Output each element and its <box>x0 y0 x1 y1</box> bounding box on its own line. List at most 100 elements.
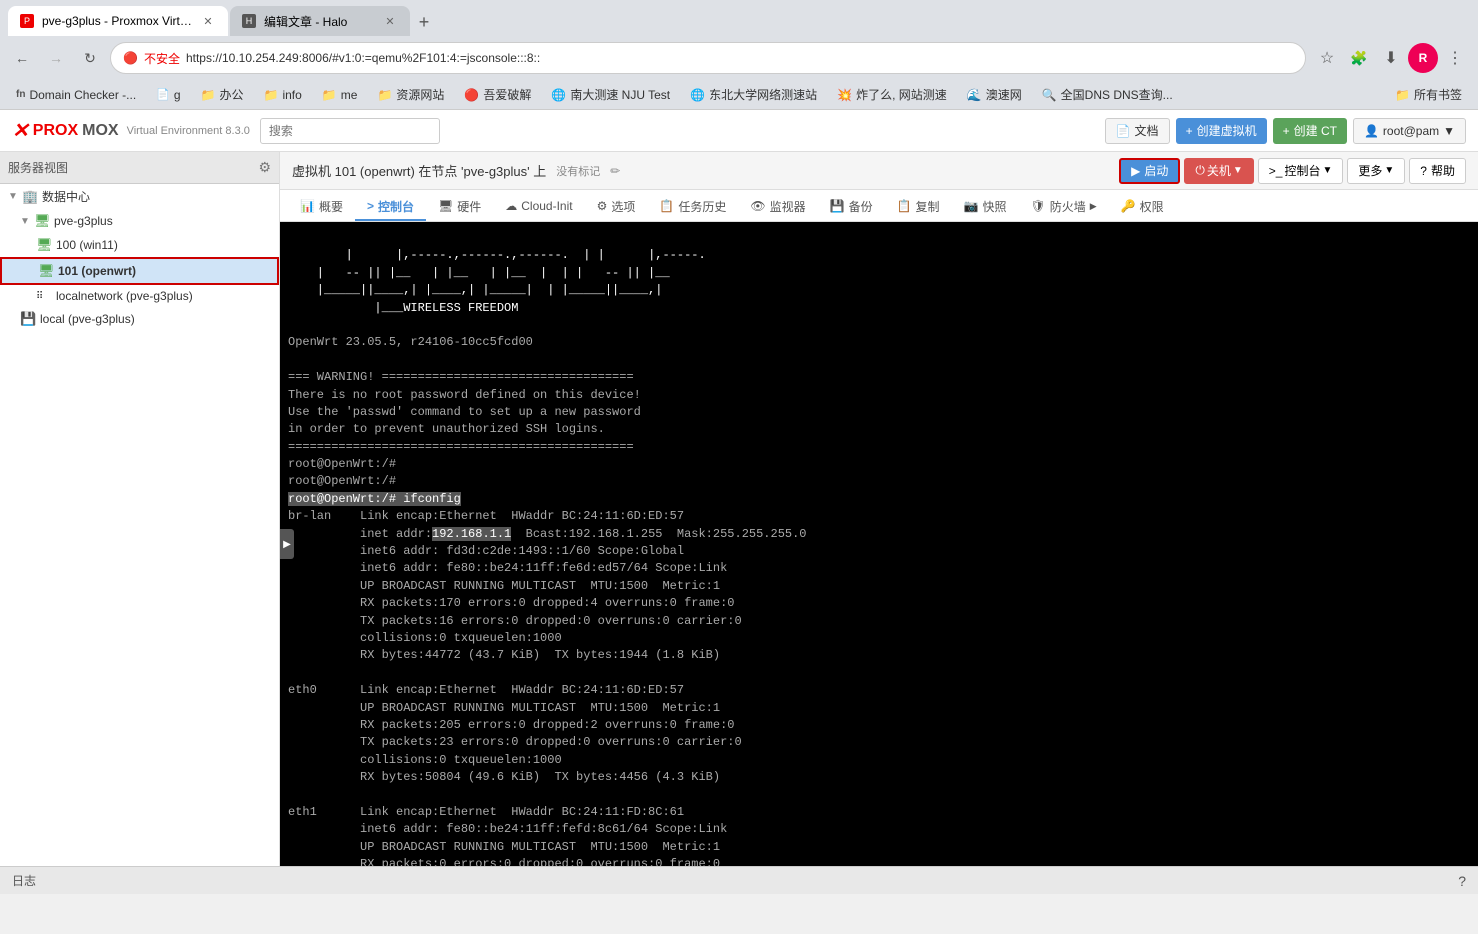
terminal-output[interactable]: | |,-----.,------.,------. | | |,-----. … <box>280 222 1478 866</box>
pve-version-text: Virtual Environment 8.3.0 <box>127 125 250 137</box>
sidebar-item-datacenter[interactable]: ▼ 🏢 数据中心 <box>0 184 279 209</box>
pve-doc-button[interactable]: 📄 文档 <box>1105 118 1170 144</box>
help-icon: ? <box>1420 164 1427 178</box>
pve-create-vm-button[interactable]: + 创建虚拟机 <box>1176 118 1267 144</box>
proxmox-app: ✕ PROXMOX Virtual Environment 8.3.0 📄 文档… <box>0 110 1478 894</box>
address-bar-row: ← → ↻ 🔴 不安全 https://10.10.254.249:8006/#… <box>0 36 1478 80</box>
nav-monitor[interactable]: 👁 监视器 <box>738 193 817 221</box>
nav-options[interactable]: ⚙ 选项 <box>585 193 648 221</box>
nav-taskhistory[interactable]: 📋 任务历史 <box>647 193 738 221</box>
nav-firewall[interactable]: 🛡 防火墙 ▶ <box>1019 193 1109 221</box>
bookmark-icon-dns: 🔍 <box>1042 88 1057 102</box>
monitor-icon: 👁 <box>750 199 765 213</box>
nav-hardware[interactable]: 🖥 硬件 <box>426 193 493 221</box>
bookmark-52pojie[interactable]: 🔴 吾爱破解 <box>456 84 539 106</box>
replicate-icon: 📋 <box>897 199 912 213</box>
download-button[interactable]: ⬇ <box>1376 43 1406 73</box>
firewall-arrow-icon: ▶ <box>1090 201 1097 212</box>
bookmark-resources[interactable]: 📁 资源网站 <box>369 84 452 106</box>
sidebar-item-localnetwork[interactable]: ⠿ localnetwork (pve-g3plus) <box>0 285 279 307</box>
bookmark-aosuwang[interactable]: 🌊 澳速网 <box>959 84 1030 106</box>
console-button[interactable]: >_ 控制台 ▼ <box>1258 158 1344 184</box>
options-icon: ⚙ <box>597 199 608 213</box>
new-tab-button[interactable]: + <box>410 8 438 36</box>
bookmark-dns[interactable]: 🔍 全国DNS DNS查询... <box>1034 84 1181 106</box>
nav-cloudinit[interactable]: ☁ Cloud-Init <box>493 193 584 221</box>
nav-summary[interactable]: 📊 概要 <box>288 193 355 221</box>
bookmark-neu[interactable]: 🌐 东北大学网络测速站 <box>682 84 825 106</box>
bookmark-domain-checker[interactable]: fn Domain Checker -... <box>8 84 144 106</box>
bookmark-nju[interactable]: 🌐 南大测速 NJU Test <box>543 84 678 106</box>
bookmark-info[interactable]: 📁 info <box>256 84 310 106</box>
help-button[interactable]: ? 帮助 <box>1409 158 1466 184</box>
bookmark-icon-neu: 🌐 <box>690 88 705 102</box>
bookmark-icon-aosu: 🌊 <box>967 88 982 102</box>
console-arrow-icon: ▼ <box>1322 165 1332 176</box>
footer-help-icon[interactable]: ? <box>1458 873 1466 889</box>
pve-body: 服务器视图 ⚙ ▼ 🏢 数据中心 ▼ 🖥 pve-g3plus 🖥 100 (w… <box>0 152 1478 866</box>
address-bar[interactable]: 🔴 不安全 https://10.10.254.249:8006/#v1:0:=… <box>110 42 1306 74</box>
bookmark-me[interactable]: 📁 me <box>314 84 366 106</box>
bookmark-icon-fn: fn <box>16 89 25 100</box>
tab-close-1[interactable]: ✕ <box>200 13 216 29</box>
content-actions: ▶ 启动 ⏻ 关机 ▼ >_ 控制台 ▼ <box>1119 158 1466 184</box>
bookmark-icon-g: 📄 <box>156 88 170 101</box>
reload-button[interactable]: ↻ <box>76 44 104 72</box>
browser-tab-active[interactable]: P pve-g3plus - Proxmox Virtua... ✕ <box>8 6 228 36</box>
sidebar-item-vm-101[interactable]: 🖥 101 (openwrt) <box>0 257 279 285</box>
more-button[interactable]: 更多 ▼ <box>1347 158 1405 184</box>
start-button[interactable]: ▶ 启动 <box>1119 158 1180 184</box>
bookmark-folder-all: 📁 <box>1395 88 1410 102</box>
datacenter-label: 数据中心 <box>42 188 90 205</box>
sidebar-gear-icon[interactable]: ⚙ <box>258 159 271 176</box>
shutdown-button[interactable]: ⏻ 关机 ▼ <box>1184 158 1253 184</box>
nav-console[interactable]: > 控制台 <box>355 193 426 221</box>
bookmarks-bar: fn Domain Checker -... 📄 g 📁 办公 📁 info 📁… <box>0 80 1478 110</box>
forward-button[interactable]: → <box>42 44 70 72</box>
summary-icon: 📊 <box>300 199 315 213</box>
nav-snapshot[interactable]: 📷 快照 <box>952 193 1019 221</box>
cloudinit-icon: ☁ <box>505 199 517 213</box>
bookmark-icon-52pojie: 🔴 <box>464 88 479 102</box>
pve-node-icon: 🖥 <box>34 213 50 229</box>
content-area: 虚拟机 101 (openwrt) 在节点 'pve-g3plus' 上 没有标… <box>280 152 1478 866</box>
user-dropdown-icon: ▼ <box>1443 124 1455 138</box>
tab-favicon-2: H <box>242 14 256 28</box>
snapshot-icon: 📷 <box>964 199 979 213</box>
sidebar-item-vm-100[interactable]: 🖥 100 (win11) <box>0 233 279 257</box>
pve-create-ct-button[interactable]: + 创建 CT <box>1273 118 1347 144</box>
pve-search-input[interactable] <box>260 118 440 144</box>
doc-icon: 📄 <box>1116 124 1131 138</box>
pve-header: ✕ PROXMOX Virtual Environment 8.3.0 📄 文档… <box>0 110 1478 152</box>
vm-nav-tabs: 📊 概要 > 控制台 🖥 硬件 ☁ Cloud-Init <box>280 190 1478 222</box>
nav-backup[interactable]: 💾 备份 <box>818 193 885 221</box>
more-arrow-icon: ▼ <box>1384 165 1394 176</box>
bookmark-star-button[interactable]: ☆ <box>1312 43 1342 73</box>
pve-logo: ✕ PROXMOX Virtual Environment 8.3.0 <box>12 118 250 143</box>
back-button[interactable]: ← <box>8 44 36 72</box>
extensions-button[interactable]: 🧩 <box>1344 43 1374 73</box>
expand-left-arrow[interactable]: ▶ <box>280 529 294 559</box>
sidebar-item-local[interactable]: 💾 local (pve-g3plus) <box>0 307 279 331</box>
nav-replicate[interactable]: 📋 复制 <box>885 193 952 221</box>
content-header: 虚拟机 101 (openwrt) 在节点 'pve-g3plus' 上 没有标… <box>280 152 1478 190</box>
bookmark-office[interactable]: 📁 办公 <box>193 84 252 106</box>
tag-edit-icon[interactable]: ✏ <box>610 164 620 178</box>
profile-button[interactable]: R <box>1408 43 1438 73</box>
pve-node-label: pve-g3plus <box>54 214 113 228</box>
browser-window: P pve-g3plus - Proxmox Virtua... ✕ H 编辑文… <box>0 0 1478 934</box>
hardware-icon: 🖥 <box>438 199 453 213</box>
browser-tab-inactive[interactable]: H 编辑文章 - Halo ✕ <box>230 6 410 36</box>
bookmark-g[interactable]: 📄 g <box>148 84 188 106</box>
power-icon: ⏻ <box>1195 163 1205 178</box>
nav-permissions[interactable]: 🔑 权限 <box>1109 193 1176 221</box>
bookmark-more[interactable]: 📁 所有书签 <box>1387 84 1470 106</box>
vm-100-label: 100 (win11) <box>56 238 118 252</box>
menu-button[interactable]: ⋮ <box>1440 43 1470 73</box>
tab-close-2[interactable]: ✕ <box>382 13 398 29</box>
tab-favicon-1: P <box>20 14 34 28</box>
pve-user-button[interactable]: 👤 root@pam ▼ <box>1353 118 1466 144</box>
pve-footer: 日志 ? <box>0 866 1478 894</box>
sidebar-item-pve-g3plus[interactable]: ▼ 🖥 pve-g3plus <box>0 209 279 233</box>
bookmark-zhalem[interactable]: 💥 炸了么, 网站测速 <box>829 84 955 106</box>
